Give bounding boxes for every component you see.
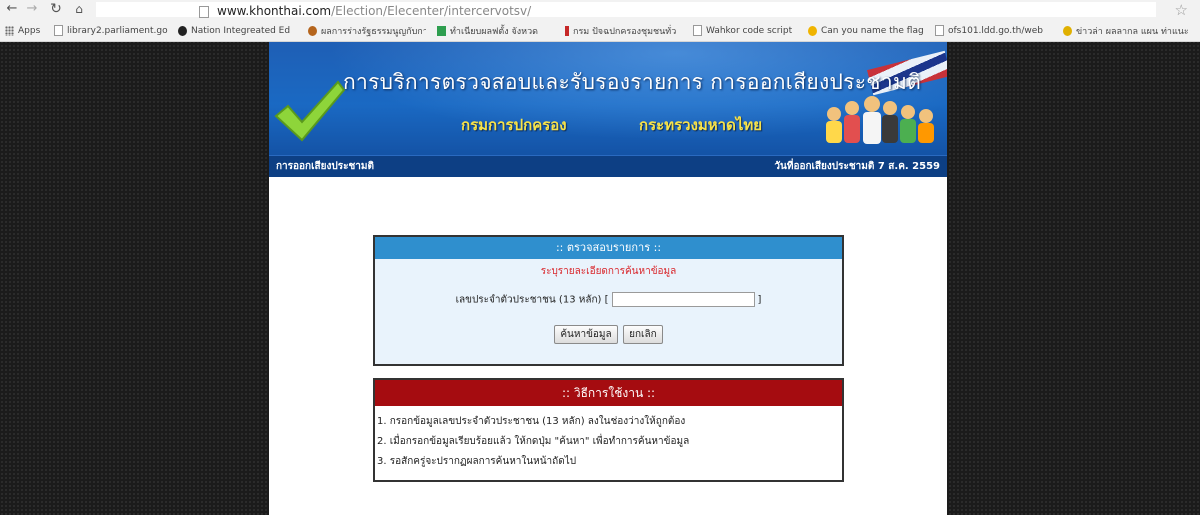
forward-arrow-icon[interactable]: → <box>25 2 39 16</box>
instruction-step: 3. รอสักครู่จะปรากฏผลการค้นหาในหน้าถัดไป <box>377 456 577 467</box>
id-field-label: เลขประจำตัวประชาชน (13 หลัก) [ <box>455 294 609 306</box>
id-field-bracket: ] <box>757 294 762 306</box>
browser-toolbar: ← → ↻ ⌂ www.khonthai.com/Election/Elecen… <box>0 0 1200 20</box>
id-field-row: เลขประจำตัวประชาชน (13 หลัก) [] <box>375 292 842 308</box>
apps-grid-icon <box>5 25 14 36</box>
checkmark-icon <box>274 80 346 142</box>
section-label: การออกเสียงประชามติ <box>276 161 374 172</box>
bookmark-nation[interactable]: Nation Integreated Ed <box>178 24 290 37</box>
bookmark-department[interactable]: กรม ปัจฉปกครองชุมชนทั่ว <box>565 24 676 37</box>
page-icon <box>935 25 944 36</box>
bookmark-flag-quiz[interactable]: Can you name the flag <box>808 24 924 37</box>
instruction-step: 2. เมื่อกรอกข้อมูลเรียบร้อยแล้ว ให้กดปุ่… <box>377 436 690 447</box>
instruction-step: 1. กรอกข้อมูลเลขประจำตัวประชาชน (13 หลัก… <box>377 416 686 427</box>
search-hint: ระบุรายละเอียดการค้นหาข้อมูล <box>540 266 677 277</box>
page-icon <box>54 25 63 36</box>
bookmark-library2[interactable]: library2.parliament.go <box>54 24 168 37</box>
site-banner: การบริการตรวจสอบและรับรองรายการ การออกเส… <box>269 42 947 155</box>
instructions-header: :: วิธีการใช้งาน :: <box>375 380 842 406</box>
page-icon <box>199 6 209 18</box>
bookmark-apps[interactable]: Apps <box>5 24 40 37</box>
search-button[interactable]: ค้นหาข้อมูล <box>554 325 618 344</box>
bookmarks-bar: Apps library2.parliament.go Nation Integ… <box>0 20 1200 42</box>
bookmark-directory[interactable]: ทำเนียบผลฟตั้ง จังหวด <box>437 24 538 37</box>
url-text[interactable]: www.khonthai.com/Election/Elecenter/inte… <box>217 4 531 19</box>
bookmark-wahkor[interactable]: Wahkor code script <box>693 24 792 37</box>
page-icon <box>693 25 702 36</box>
bookmark-star-icon[interactable]: ☆ <box>1175 1 1188 19</box>
back-arrow-icon[interactable]: ← <box>5 2 19 16</box>
search-panel-header: :: ตรวจสอบรายการ :: <box>375 237 842 259</box>
site-favicon <box>437 25 446 36</box>
instructions-panel: :: วิธีการใช้งาน :: 1. กรอกข้อมูลเลขประจ… <box>373 378 844 482</box>
site-favicon <box>565 25 569 36</box>
info-bar: การออกเสียงประชามติ วันที่ออกเสียงประชาม… <box>269 155 947 177</box>
search-buttons: ค้นหาข้อมูล ยกเลิก <box>375 325 842 344</box>
search-panel: :: ตรวจสอบรายการ :: ระบุรายละเอียดการค้น… <box>373 235 844 366</box>
quiz-favicon <box>808 25 817 36</box>
people-crowd-icon <box>826 96 934 144</box>
id-number-input[interactable] <box>611 292 755 307</box>
nation-logo-icon <box>178 25 187 36</box>
page-container: การบริการตรวจสอบและรับรองรายการ การออกเส… <box>269 42 947 515</box>
site-favicon <box>1063 25 1072 36</box>
ministry-name: กระทรวงมหาดไทย <box>639 116 763 134</box>
address-bar[interactable]: www.khonthai.com/Election/Elecenter/inte… <box>96 2 1156 19</box>
instruction-steps: 1. กรอกข้อมูลเลขประจำตัวประชาชน (13 หลัก… <box>375 406 842 472</box>
voting-date: วันที่ออกเสียงประชามติ 7 ส.ค. 2559 <box>774 161 940 172</box>
dept-name: กรมการปกครอง <box>461 116 567 134</box>
cancel-button[interactable]: ยกเลิก <box>623 325 663 344</box>
reload-icon[interactable]: ↻ <box>49 2 63 16</box>
bookmark-constitution[interactable]: ผลการร่างรัฐธรรมนูญกับการ <box>308 24 426 37</box>
bookmark-ofs101[interactable]: ofs101.ldd.go.th/web <box>935 24 1043 37</box>
bookmark-news[interactable]: ข่าวล่า ผลลากล แผน ท่าแนะ <box>1063 24 1189 37</box>
site-favicon <box>308 25 317 36</box>
home-icon[interactable]: ⌂ <box>72 2 86 16</box>
